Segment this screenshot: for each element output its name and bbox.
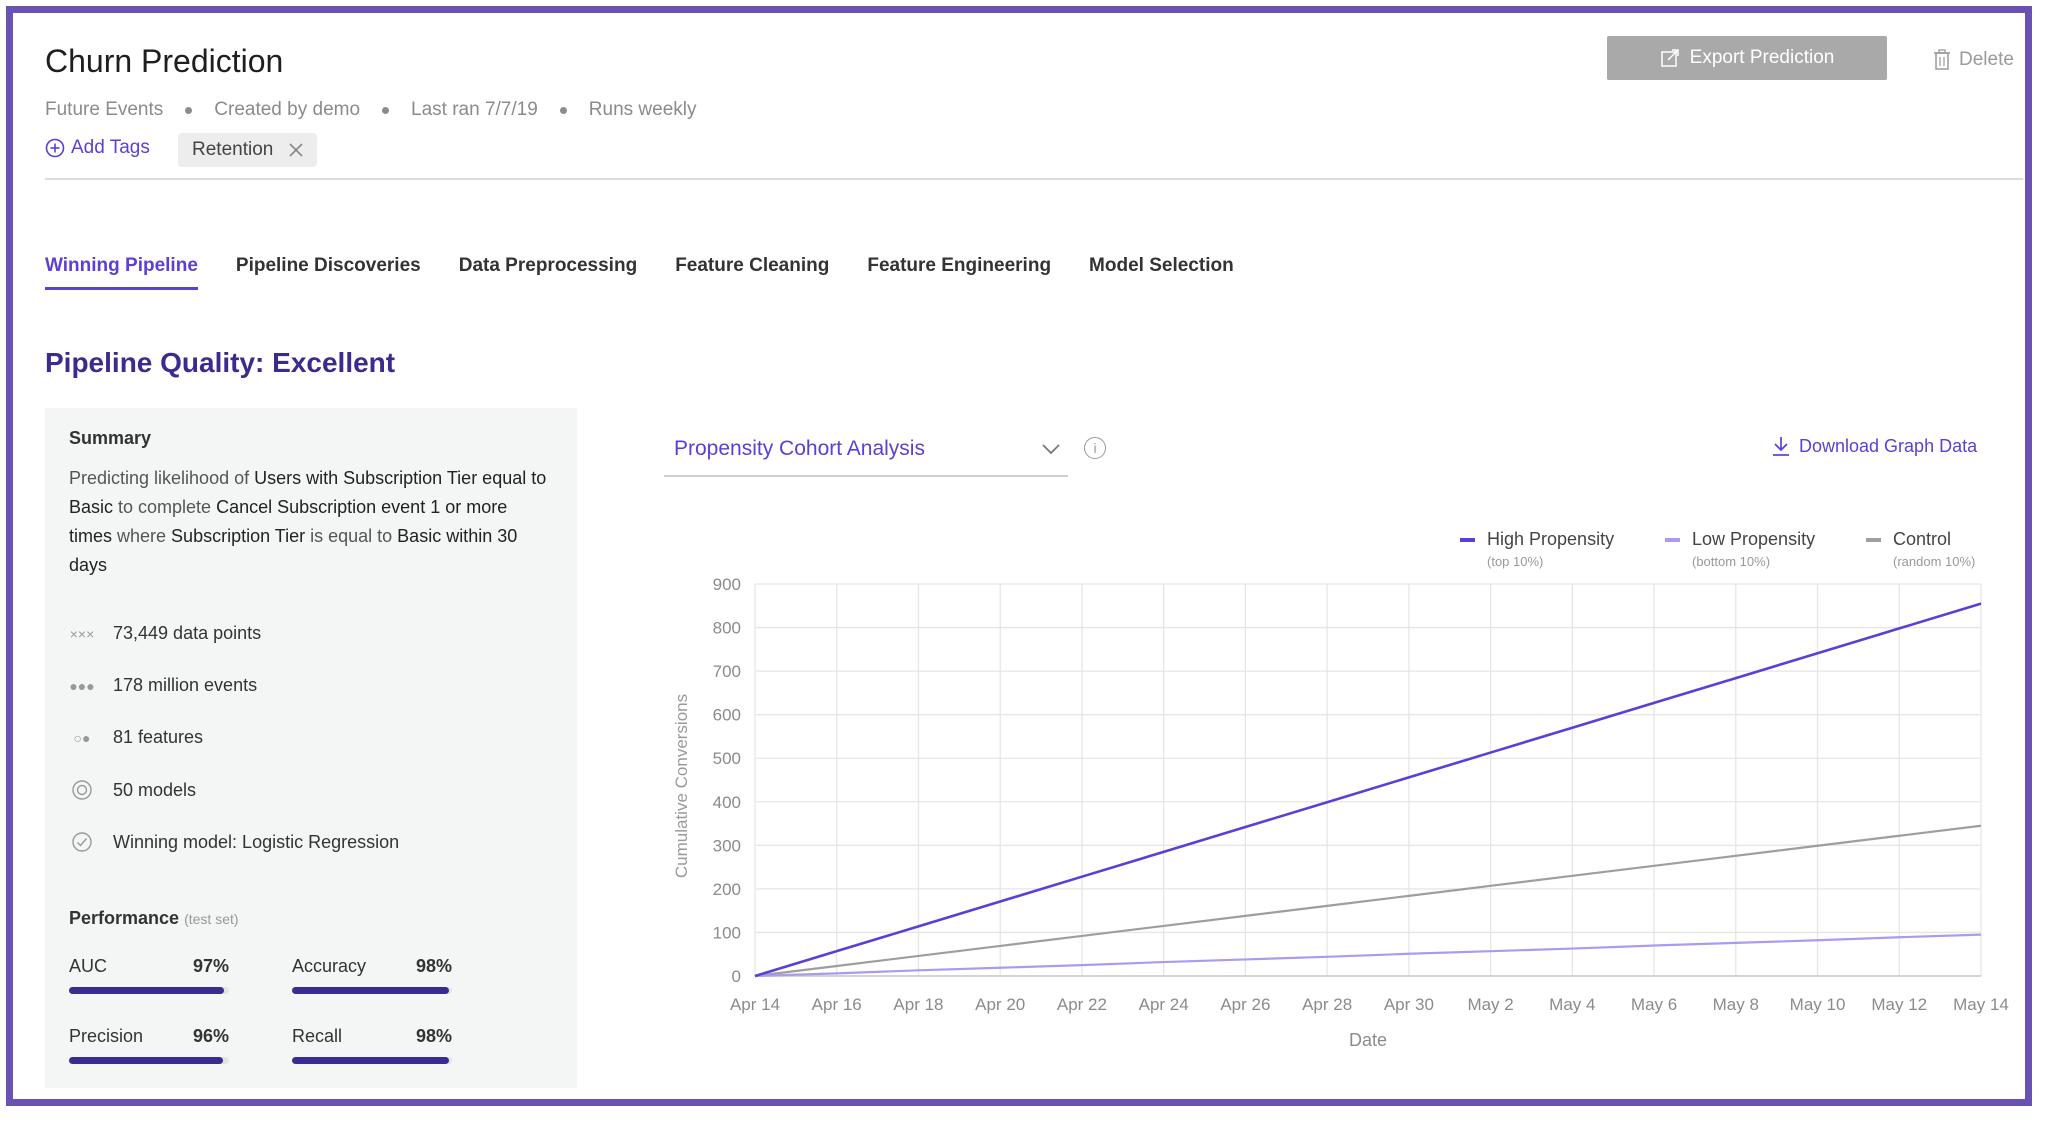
series-line-control bbox=[754, 824, 1982, 978]
x-tick-label: May 10 bbox=[1790, 995, 1846, 1014]
series-line-low-propensity bbox=[754, 933, 1982, 978]
y-tick-label: 800 bbox=[713, 619, 741, 638]
x-tick-label: Apr 16 bbox=[812, 995, 862, 1014]
x-tick-label: May 8 bbox=[1713, 995, 1759, 1014]
x-tick-label: May 2 bbox=[1467, 995, 1513, 1014]
y-tick-label: 600 bbox=[713, 706, 741, 725]
y-tick-label: 300 bbox=[713, 836, 741, 855]
y-tick-label: 900 bbox=[713, 575, 741, 594]
x-tick-label: May 4 bbox=[1549, 995, 1595, 1014]
y-tick-label: 700 bbox=[713, 662, 741, 681]
y-axis-label: Cumulative Conversions bbox=[672, 694, 691, 878]
y-tick-label: 500 bbox=[713, 749, 741, 768]
x-tick-label: Apr 14 bbox=[730, 995, 780, 1014]
x-tick-label: May 6 bbox=[1631, 995, 1677, 1014]
y-tick-label: 400 bbox=[713, 793, 741, 812]
x-tick-label: Apr 20 bbox=[975, 995, 1025, 1014]
x-axis-label: Date bbox=[1349, 1030, 1387, 1050]
x-tick-label: Apr 24 bbox=[1139, 995, 1189, 1014]
y-tick-label: 200 bbox=[713, 880, 741, 899]
x-tick-label: Apr 30 bbox=[1384, 995, 1434, 1014]
x-tick-label: May 12 bbox=[1871, 995, 1927, 1014]
cohort-chart: 0 100 200 300 400 500 600 700 800 900 Apr 14 Apr 16… bbox=[672, 575, 2009, 1050]
x-tick-label: May 14 bbox=[1953, 995, 2009, 1014]
y-tick-label: 100 bbox=[713, 923, 741, 942]
series-line-high-propensity bbox=[754, 602, 1982, 978]
y-tick-label: 0 bbox=[732, 967, 741, 986]
x-tick-label: Apr 28 bbox=[1302, 995, 1352, 1014]
x-tick-label: Apr 26 bbox=[1220, 995, 1270, 1014]
x-tick-label: Apr 18 bbox=[893, 995, 943, 1014]
x-tick-label: Apr 22 bbox=[1057, 995, 1107, 1014]
app-frame: Churn Prediction Future Events Created b… bbox=[6, 6, 2032, 1106]
